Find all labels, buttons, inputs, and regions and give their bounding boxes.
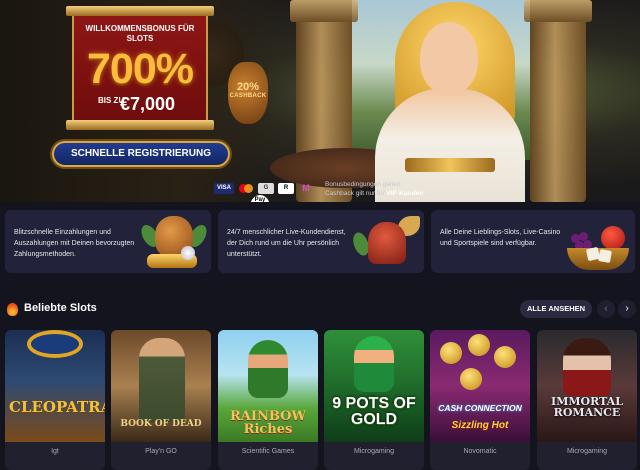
feature-text: 24/7 menschlicher Live-Kundendienst, der… <box>227 229 346 258</box>
game-title: CLEOPATRA <box>9 398 105 416</box>
bonus-amount: €7,000 <box>120 94 176 114</box>
leprechaun-illustration <box>248 340 288 398</box>
bonus-terms: Bonusbedingungen gelten. Cashback gilt n… <box>325 180 425 198</box>
cashback-badge: 20% CASHBACK <box>228 81 268 100</box>
goddess-face <box>420 22 478 94</box>
feature-card-games: Alle Deine Lieblings-Slots, Live-Casino … <box>431 210 635 273</box>
terms-line-1: Bonusbedingungen gelten. <box>325 181 403 188</box>
game-thumbnail: CASH CONNECTION Sizzling Hot <box>430 330 530 442</box>
game-thumbnail: 9 POTS OF GOLD <box>324 330 424 442</box>
casino-homepage: 20% CASHBACK WILLKOMMENSBONUS FÜR SLOTS … <box>0 0 640 470</box>
bonus-title: WILLKOMMENSBONUS FÜR SLOTS <box>85 24 195 43</box>
hero-banner[interactable]: 20% CASHBACK WILLKOMMENSBONUS FÜR SLOTS … <box>0 0 640 202</box>
coin-icon <box>440 342 462 364</box>
section-title: Beliebte Slots <box>24 302 97 314</box>
see-all-button[interactable]: ALLE ANSEHEN <box>520 300 592 318</box>
game-title: BOOK OF DEAD <box>120 419 202 429</box>
leprechaun-illustration <box>354 336 394 392</box>
explorer-illustration <box>139 338 185 422</box>
game-card-9-pots-of-gold[interactable]: 9 POTS OF GOLD Microgaming <box>324 330 424 470</box>
payment-methods: VISA Pay G R M <box>214 183 314 202</box>
coin-icon <box>494 346 516 368</box>
amphora-coins-icon <box>137 214 211 270</box>
coin-icon <box>460 368 482 390</box>
game-card-immortal-romance[interactable]: IMMORTAL ROMANCE Microgaming <box>537 330 637 470</box>
game-provider: Microgaming <box>324 442 424 470</box>
game-provider: Microgaming <box>537 442 637 470</box>
google-pay-icon: G <box>258 183 274 194</box>
chevron-left-icon[interactable]: ‹ <box>597 300 615 318</box>
game-card-cleopatra[interactable]: CLEOPATRA Igt <box>5 330 105 470</box>
chevron-right-icon[interactable]: › <box>618 300 636 318</box>
game-title: IMMORTAL ROMANCE <box>551 395 623 419</box>
game-thumbnail: BOOK OF DEAD <box>111 330 211 442</box>
feature-card-support: 24/7 menschlicher Live-Kundendienst, der… <box>218 210 424 273</box>
cashback-label: CASHBACK <box>229 93 267 99</box>
fruit-bowl-dice-icon <box>565 214 629 270</box>
game-provider: Novomatic <box>430 442 530 470</box>
game-provider: Scientific Games <box>218 442 318 470</box>
popular-slots-list: CLEOPATRA Igt BOOK OF DEAD Play'n GO RAI… <box>0 330 640 470</box>
m-payment-icon: M <box>302 183 310 193</box>
quick-register-button[interactable]: SCHNELLE REGISTRIERUNG <box>52 141 230 167</box>
game-thumbnail: CLEOPATRA <box>5 330 105 442</box>
right-column-decoration <box>524 0 592 202</box>
game-title: RAINBOW Riches <box>229 409 306 437</box>
game-provider: Igt <box>5 442 105 470</box>
cashback-percent: 20% <box>236 81 260 93</box>
feature-text: Blitzschnelle Einzahlungen und Auszahlun… <box>14 229 135 258</box>
game-title: 9 POTS OF GOLD <box>332 395 416 428</box>
fire-icon <box>7 303 18 316</box>
game-provider: Play'n GO <box>111 442 211 470</box>
game-thumbnail: IMMORTAL ROMANCE <box>537 330 637 442</box>
visa-icon: VISA <box>214 183 234 194</box>
feature-card-payments: Blitzschnelle Einzahlungen und Auszahlun… <box>5 210 211 273</box>
eye-of-horus-icon <box>27 330 83 358</box>
terms-line-2: Cashback gilt nur für VIP-Kunden. <box>325 190 426 197</box>
welcome-bonus-banner: WILLKOMMENSBONUS FÜR SLOTS 700% BIS ZU €… <box>66 6 214 130</box>
vampire-illustration <box>563 338 611 396</box>
game-subtitle: Sizzling Hot <box>451 420 509 431</box>
revolut-icon: R <box>278 183 294 194</box>
coin-icon <box>468 334 490 356</box>
goddess-belt <box>405 158 495 172</box>
game-thumbnail: RAINBOW Riches <box>218 330 318 442</box>
game-card-rainbow-riches[interactable]: RAINBOW Riches Scientific Games <box>218 330 318 470</box>
game-title: CASH CONNECTION <box>438 403 522 413</box>
bonus-percent: 700% <box>87 45 194 93</box>
feature-text: Alle Deine Lieblings-Slots, Live-Casino … <box>440 229 561 247</box>
mastercard-icon <box>238 183 254 194</box>
game-card-book-of-dead[interactable]: BOOK OF DEAD Play'n GO <box>111 330 211 470</box>
game-card-cash-connection[interactable]: CASH CONNECTION Sizzling Hot Novomatic <box>430 330 530 470</box>
winged-helmet-icon <box>350 214 420 270</box>
